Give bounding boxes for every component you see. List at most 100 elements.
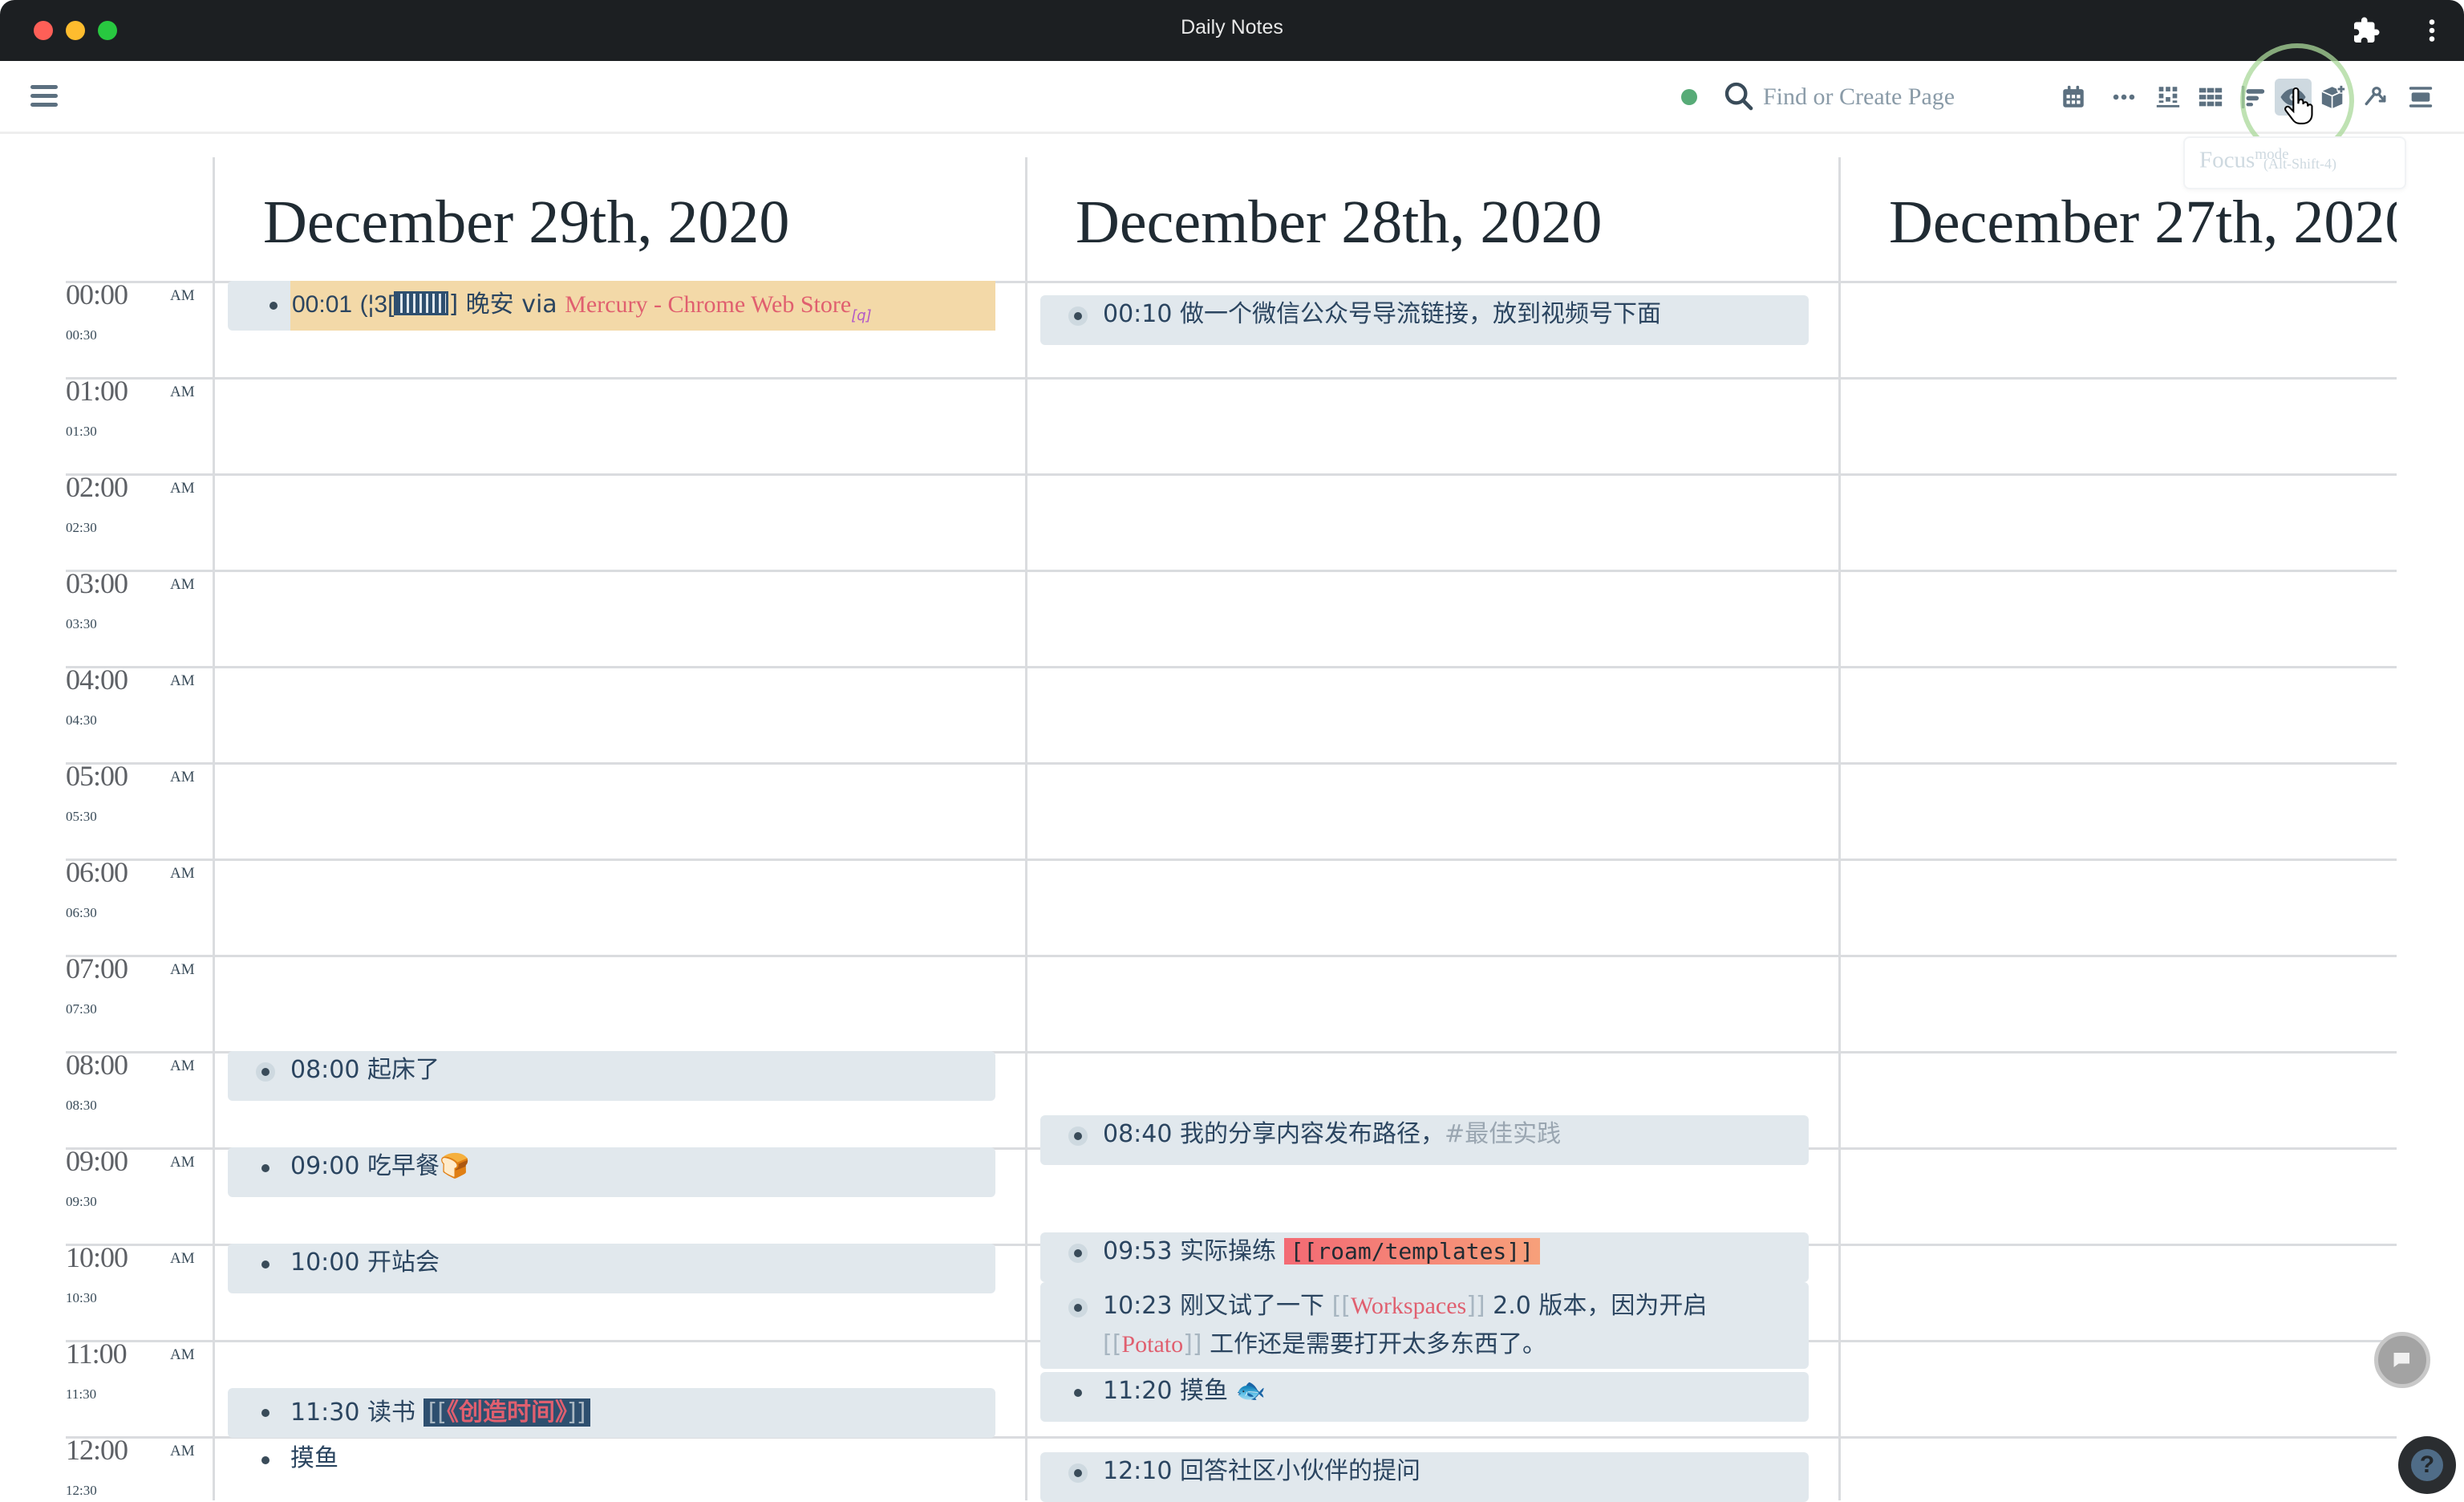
page-ref-workspaces[interactable]: Workspaces <box>1351 1293 1466 1319</box>
entry-block[interactable]: 00:01 (¦3[] 晚安 via Mercury - Chrome Web … <box>228 281 995 331</box>
hour-row-divider <box>1841 1340 2397 1342</box>
bullet-icon[interactable] <box>1074 312 1082 320</box>
bullet-icon[interactable] <box>261 1456 270 1464</box>
sidebar-layout-icon[interactable] <box>2402 79 2439 116</box>
half-hour-label: 06:30 <box>66 905 97 920</box>
hour-row-divider <box>215 762 1027 765</box>
hand-cursor-icon <box>2283 87 2313 127</box>
sync-status-indicator <box>1681 89 1697 105</box>
ampm-label: AM <box>170 1346 195 1363</box>
hour-row-divider <box>215 570 1027 572</box>
hour-row-divider <box>1027 377 1841 380</box>
hour-label: 12:00 <box>66 1434 128 1466</box>
hour-label: 01:00 <box>66 375 128 407</box>
bullet-icon[interactable] <box>1074 1249 1082 1257</box>
bullet-icon[interactable] <box>261 1164 270 1172</box>
fish-emoji: 🐟 <box>1235 1377 1266 1405</box>
chat-bubble-icon[interactable] <box>2374 1332 2430 1388</box>
hour-row-divider <box>1027 570 1841 572</box>
bullet-icon[interactable] <box>261 1068 270 1076</box>
align-left-icon[interactable] <box>2235 79 2272 116</box>
entry-block[interactable]: 摸鱼 <box>228 1439 995 1489</box>
half-hour-label: 09:30 <box>66 1194 97 1209</box>
half-hour-label: 03:30 <box>66 616 97 631</box>
ampm-label: AM <box>170 576 195 593</box>
bullet-icon[interactable] <box>1074 1132 1082 1140</box>
bullet-icon[interactable] <box>261 1260 270 1269</box>
calendar-icon[interactable] <box>2055 79 2092 116</box>
day-column: December 29th, 2020 00:01 (¦3[] 晚安 via M… <box>213 157 1027 1500</box>
page-ref-potato[interactable]: Potato <box>1121 1331 1183 1358</box>
day-title[interactable]: December 29th, 2020 <box>263 188 789 258</box>
hour-row-divider <box>1841 281 2397 283</box>
entry-block[interactable]: 09:00 吃早餐🍞 <box>228 1147 995 1197</box>
hour-row-divider <box>1027 1051 1841 1053</box>
hour-row-divider <box>215 666 1027 668</box>
half-hour-label: 02:30 <box>66 520 97 535</box>
bullet-icon[interactable] <box>1074 1389 1082 1397</box>
hour-row-divider <box>1841 570 2397 572</box>
kebab-vertical-icon[interactable] <box>2417 16 2450 45</box>
ampm-label: AM <box>170 287 195 304</box>
hour-row-divider <box>215 473 1027 476</box>
hour-label: 00:00 <box>66 278 128 311</box>
day-title[interactable]: December 28th, 2020 <box>1076 188 1602 258</box>
entry-block[interactable]: 00:10 做一个微信公众号导流链接，放到视频号下面 <box>1040 295 1809 345</box>
hour-label: 02:00 <box>66 471 128 503</box>
hour-row-divider <box>1027 859 1841 861</box>
hour-row-divider <box>215 1340 1027 1342</box>
entry-block[interactable]: 11:30 读书 [[《创造时间》]] <box>228 1388 995 1438</box>
hour-label: 03:00 <box>66 567 128 599</box>
box-plus-icon[interactable] <box>2315 79 2352 116</box>
bullet-icon[interactable] <box>261 1409 270 1417</box>
search-input[interactable] <box>1761 77 2005 117</box>
bullet-icon[interactable] <box>270 302 278 310</box>
hamburger-icon[interactable] <box>30 85 58 108</box>
hour-row-divider <box>1841 666 2397 668</box>
link-mercury[interactable]: Mercury - Chrome Web Store <box>565 291 851 318</box>
page-ref-chuangzao-shijian[interactable]: [[《创造时间》]] <box>423 1398 591 1427</box>
entry-block[interactable]: 08:40 我的分享内容发布路径，#最佳实践 <box>1040 1115 1809 1165</box>
entry-block[interactable]: 09:53 实际操练 [[roam/templates]] <box>1040 1232 1809 1282</box>
half-hour-label: 11:30 <box>66 1386 97 1402</box>
bullet-icon[interactable] <box>1074 1469 1082 1477</box>
entry-block[interactable]: 12:10 回答社区小伙伴的提问 <box>1040 1452 1809 1502</box>
window-title: Daily Notes <box>1181 16 1283 39</box>
graph-icon[interactable] <box>2358 79 2395 116</box>
hour-label: 05:00 <box>66 760 128 792</box>
entry-block[interactable]: 10:00 开站会 <box>228 1244 995 1293</box>
hour-row-divider <box>215 377 1027 380</box>
bullet-icon[interactable] <box>1074 1304 1082 1312</box>
day-column: December 27th, 2020 <box>1838 157 2397 1500</box>
hour-row-divider <box>1841 1244 2397 1246</box>
hour-label: 09:00 <box>66 1145 128 1177</box>
day-title[interactable]: December 27th, 2020 <box>1889 188 2397 258</box>
hour-label: 06:00 <box>66 856 128 888</box>
half-hour-label: 10:30 <box>66 1290 97 1305</box>
half-hour-label: 08:30 <box>66 1098 97 1113</box>
pixel-art-glyph <box>394 291 449 315</box>
columns-icon[interactable] <box>2150 79 2186 116</box>
hour-row-divider <box>1027 955 1841 957</box>
ellipsis-icon[interactable] <box>2105 79 2142 116</box>
tag-best-practice[interactable]: #最佳实践 <box>1445 1120 1561 1148</box>
hour-row-divider <box>215 859 1027 861</box>
entry-block[interactable]: 11:20 摸鱼 🐟 <box>1040 1372 1809 1422</box>
search-icon[interactable] <box>1723 80 1755 112</box>
hour-row-divider <box>1027 762 1841 765</box>
hour-row-divider <box>1841 859 2397 861</box>
grid-icon[interactable] <box>2192 79 2229 116</box>
half-hour-label: 12:30 <box>66 1483 97 1498</box>
alias-marker[interactable]: [q] <box>851 307 871 324</box>
puzzle-icon[interactable] <box>2352 16 2384 45</box>
ampm-label: AM <box>170 1057 195 1074</box>
window-titlebar: Daily Notes <box>0 0 2464 61</box>
hour-row-divider <box>1027 281 1841 283</box>
hour-row-divider <box>1841 762 2397 765</box>
half-hour-label: 00:30 <box>66 327 97 343</box>
entry-block[interactable]: 08:00 起床了 <box>228 1051 995 1101</box>
page-ref-roam-templates[interactable]: [[roam/templates]] <box>1283 1238 1540 1265</box>
help-button[interactable]: ? <box>2398 1436 2456 1494</box>
half-hour-label: 07:30 <box>66 1001 97 1017</box>
entry-block[interactable]: 10:23 刚又试了一下 [[Workspaces]] 2.0 版本，因为开启 … <box>1040 1282 1809 1369</box>
